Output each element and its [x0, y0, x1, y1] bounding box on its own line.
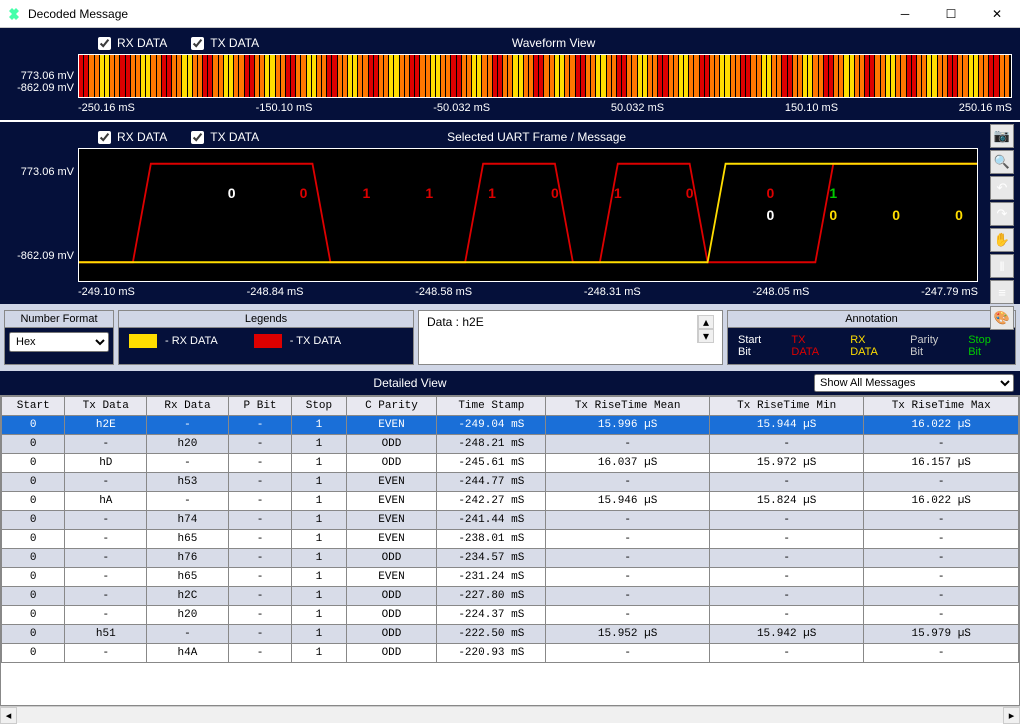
table-row[interactable]: 0h51--1ODD-222.50 mS15.952 µS15.942 µS15…: [2, 625, 1019, 644]
column-header[interactable]: Time Stamp: [437, 397, 546, 416]
message-filter-select[interactable]: Show All Messages: [814, 374, 1014, 392]
tx-swatch: [254, 334, 282, 348]
detailed-table-wrap[interactable]: StartTx DataRx DataP BitStopC ParityTime…: [0, 395, 1020, 706]
pause-icon[interactable]: ‖: [990, 254, 1014, 278]
ann-parity: Parity Bit: [910, 334, 952, 358]
uart-title: Selected UART Frame / Message: [283, 130, 790, 144]
bit-label: 0: [228, 185, 236, 201]
controls-row: Number Format Hex Legends - RX DATA - TX…: [0, 304, 1020, 371]
tx-data-label: TX DATA: [210, 36, 259, 50]
table-row[interactable]: 0hD--1ODD-245.61 mS16.037 µS15.972 µS16.…: [2, 454, 1019, 473]
uart-tx-checkbox[interactable]: TX DATA: [191, 130, 259, 144]
rx-data-checkbox[interactable]: RX DATA: [98, 36, 167, 50]
waveform-x-axis: -250.16 mS-150.10 mS-50.032 mS50.032 mS1…: [78, 98, 1012, 114]
waveform-title: Waveform View: [283, 36, 824, 50]
pan-icon[interactable]: ✋: [990, 228, 1014, 252]
column-header[interactable]: Tx RiseTime Min: [709, 397, 864, 416]
number-format-label: Number Format: [5, 311, 113, 328]
waveform-panel: RX DATA TX DATA Waveform View 773.06 mV …: [0, 28, 1020, 120]
redo-icon[interactable]: ↷: [990, 202, 1014, 226]
bit-label: 0: [767, 185, 775, 201]
undo-icon[interactable]: ↶: [990, 176, 1014, 200]
uart-x-axis: -249.10 mS-248.84 mS-248.58 mS-248.31 mS…: [78, 282, 978, 298]
table-row[interactable]: 0-h65-1EVEN-231.24 mS---: [2, 568, 1019, 587]
minimize-button[interactable]: ─: [882, 0, 928, 28]
bit-label: 1: [362, 185, 370, 201]
column-header[interactable]: Tx RiseTime Max: [864, 397, 1019, 416]
annotation-label: Annotation: [728, 311, 1015, 328]
bit-label: 0: [955, 207, 963, 223]
table-row[interactable]: 0-h76-1ODD-234.57 mS---: [2, 549, 1019, 568]
table-row[interactable]: 0-h2C-1ODD-227.80 mS---: [2, 587, 1019, 606]
column-header[interactable]: Stop: [292, 397, 346, 416]
column-header[interactable]: C Parity: [346, 397, 437, 416]
detailed-title: Detailed View: [6, 376, 814, 390]
data-scroll-up[interactable]: ▴: [698, 315, 714, 329]
menu-icon[interactable]: ≡: [990, 280, 1014, 304]
bit-label: 0: [551, 185, 559, 201]
scroll-left-icon[interactable]: ◂: [0, 707, 17, 724]
table-row[interactable]: 0-h74-1EVEN-241.44 mS---: [2, 511, 1019, 530]
column-header[interactable]: Tx Data: [65, 397, 147, 416]
rx-legend-text: - RX DATA: [165, 335, 218, 347]
bit-label: 1: [488, 185, 496, 201]
table-row[interactable]: 0hA--1EVEN-242.27 mS15.946 µS15.824 µS16…: [2, 492, 1019, 511]
ann-stop: Stop Bit: [968, 334, 1005, 358]
screenshot-icon[interactable]: 📷: [990, 124, 1014, 148]
close-button[interactable]: ✕: [974, 0, 1020, 28]
legends-box: Legends - RX DATA - TX DATA: [118, 310, 414, 365]
table-row[interactable]: 0-h20-1ODD-224.37 mS---: [2, 606, 1019, 625]
data-scroll-down[interactable]: ▾: [698, 329, 714, 343]
bit-label: 1: [425, 185, 433, 201]
table-row[interactable]: 0-h65-1EVEN-238.01 mS---: [2, 530, 1019, 549]
waveform-y-top: 773.06 mV: [8, 70, 74, 82]
titlebar: Decoded Message ─ ☐ ✕: [0, 0, 1020, 28]
tx-legend-text: - TX DATA: [290, 335, 341, 347]
bit-label: 0: [892, 207, 900, 223]
maximize-button[interactable]: ☐: [928, 0, 974, 28]
bit-label: 0: [300, 185, 308, 201]
waveform-y-bot: -862.09 mV: [8, 82, 74, 94]
uart-rx-checkbox[interactable]: RX DATA: [98, 130, 167, 144]
table-row[interactable]: 0-h53-1EVEN-244.77 mS---: [2, 473, 1019, 492]
window-title: Decoded Message: [28, 7, 882, 21]
table-row[interactable]: 0h2E--1EVEN-249.04 mS15.996 µS15.944 µS1…: [2, 416, 1019, 435]
column-header[interactable]: P Bit: [228, 397, 291, 416]
rx-data-label: RX DATA: [117, 36, 167, 50]
ann-tx: TX DATA: [791, 334, 834, 358]
ann-rx: RX DATA: [850, 334, 894, 358]
bit-label: 0: [767, 207, 775, 223]
palette-icon[interactable]: 🎨: [990, 306, 1014, 330]
uart-y-top: 773.06 mV: [8, 166, 74, 178]
column-header[interactable]: Rx Data: [147, 397, 229, 416]
horizontal-scrollbar[interactable]: ◂ ▸: [0, 706, 1020, 723]
app-icon: [6, 6, 22, 22]
zoom-icon[interactable]: 🔍: [990, 150, 1014, 174]
column-header[interactable]: Tx RiseTime Mean: [546, 397, 710, 416]
scroll-right-icon[interactable]: ▸: [1003, 707, 1020, 724]
table-row[interactable]: 0-h4A-1ODD-220.93 mS---: [2, 644, 1019, 663]
rx-swatch: [129, 334, 157, 348]
detailed-table: StartTx DataRx DataP BitStopC ParityTime…: [1, 396, 1019, 663]
number-format-select[interactable]: Hex: [9, 332, 109, 352]
detailed-header: Detailed View Show All Messages: [0, 371, 1020, 395]
tx-data-checkbox[interactable]: TX DATA: [191, 36, 259, 50]
annotation-box: Annotation Start Bit TX DATA RX DATA Par…: [727, 310, 1016, 365]
data-box: Data : h2E ▴ ▾: [418, 310, 723, 365]
column-header[interactable]: Start: [2, 397, 65, 416]
uart-y-bot: -862.09 mV: [8, 250, 74, 262]
data-value: Data : h2E: [427, 315, 484, 329]
bit-label: 0: [686, 185, 694, 201]
waveform-canvas[interactable]: [78, 54, 1012, 98]
uart-panel: RX DATA TX DATA Selected UART Frame / Me…: [0, 122, 1020, 304]
uart-canvas[interactable]: 0 0 1 1 1 0 1 0 0 1 0 0 0 0: [78, 148, 978, 282]
bit-label: 1: [829, 185, 837, 201]
number-format-box: Number Format Hex: [4, 310, 114, 365]
legends-label: Legends: [119, 311, 413, 328]
ann-start: Start Bit: [738, 334, 775, 358]
bit-label: 1: [614, 185, 622, 201]
table-row[interactable]: 0-h20-1ODD-248.21 mS---: [2, 435, 1019, 454]
bit-label: 0: [829, 207, 837, 223]
